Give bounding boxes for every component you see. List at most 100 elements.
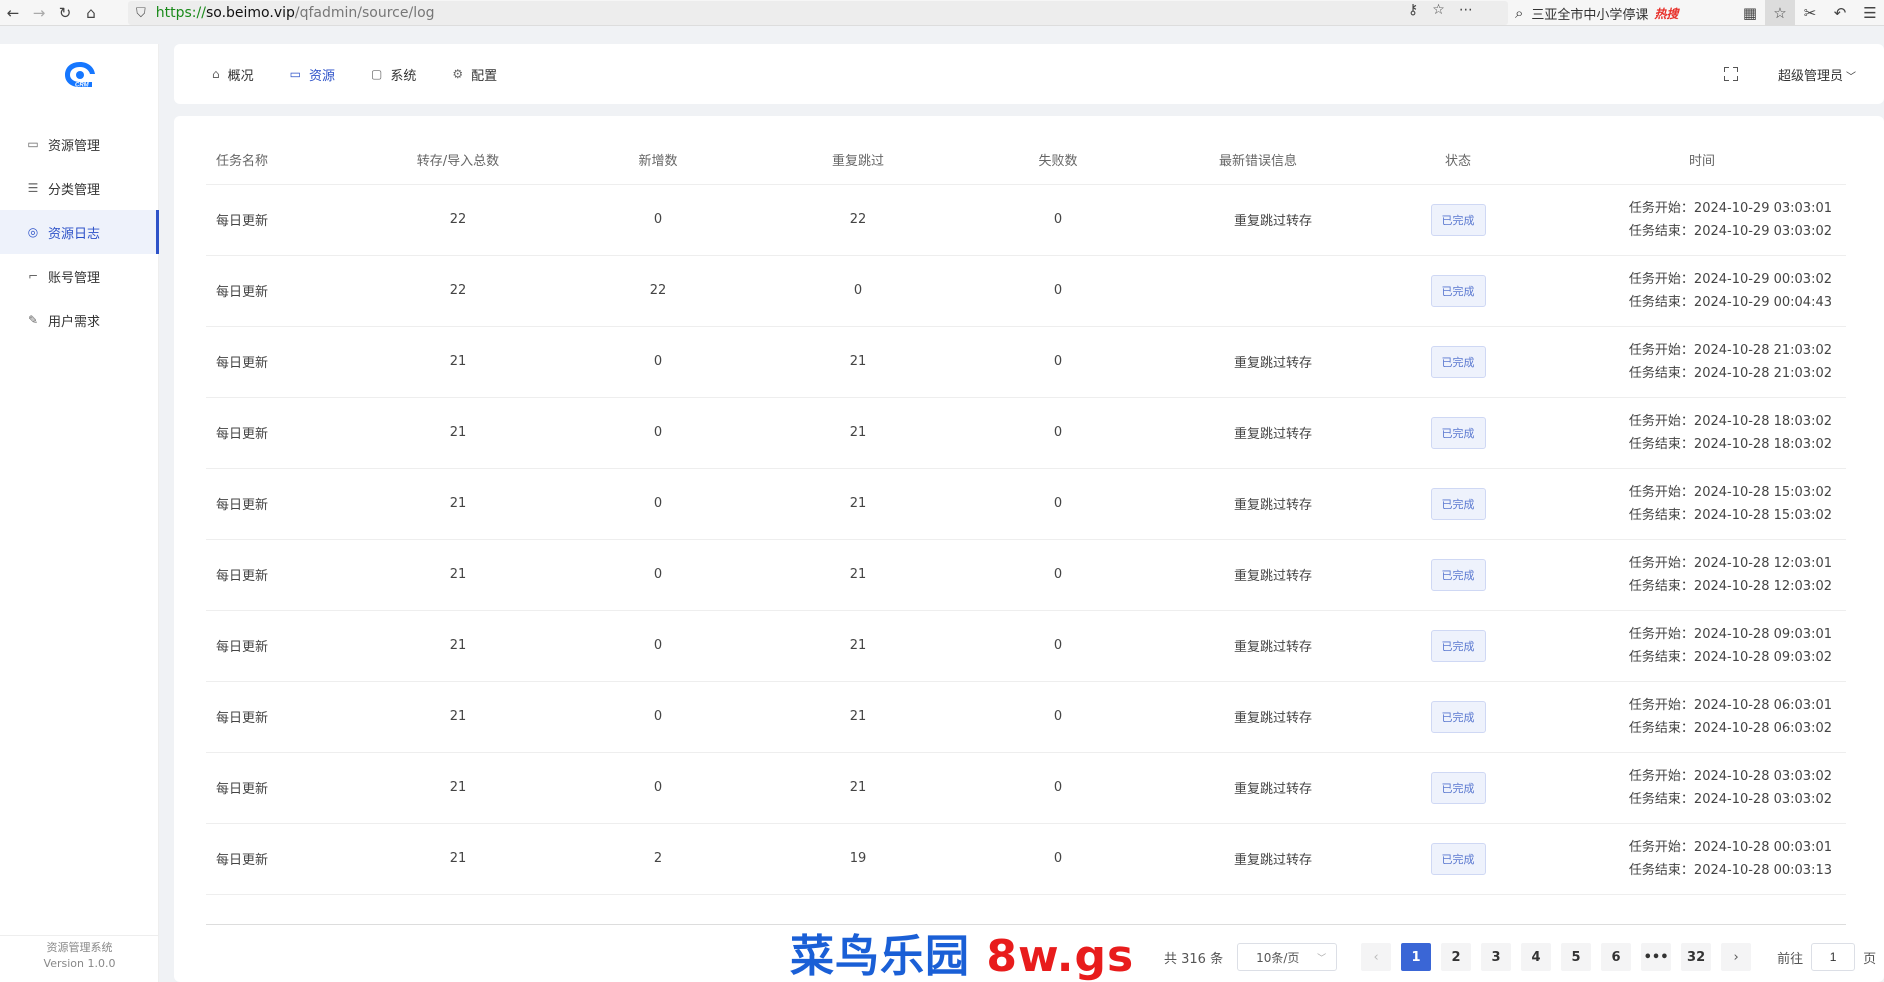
time-cell: 任务开始：2024-10-28 21:03:02 任务结束：2024-10-28 … (1558, 326, 1846, 398)
start-label: 任务开始： (1628, 555, 1694, 571)
end-time: 2024-10-29 03:03:02 (1693, 223, 1832, 239)
time-cell: 任务开始：2024-10-28 15:03:02 任务结束：2024-10-28 … (1558, 468, 1846, 540)
user-menu[interactable]: 超级管理员 ﹀ (1778, 65, 1856, 84)
failed-count-cell: 0 (958, 255, 1158, 327)
home-icon: ⌂ (212, 67, 220, 81)
table-row: 每日更新 21 0 21 0 重复跳过转存 已完成 任务开始：2024-10-28 15:03… (206, 468, 1846, 540)
sidebar-item-label: 用户需求 (48, 314, 101, 330)
start-time: 2024-10-28 18:03:02 (1693, 413, 1832, 429)
fullscreen-icon[interactable] (1723, 67, 1738, 81)
key-icon[interactable]: ⚷ (1408, 2, 1418, 18)
end-time: 2024-10-28 00:03:13 (1693, 862, 1832, 878)
menu-icon[interactable]: ☰ (1855, 0, 1884, 26)
error-message-cell: 重复跳过转存 (1158, 468, 1358, 540)
column-header: 新增数 (558, 136, 758, 185)
total-count-cell: 21 (358, 752, 558, 824)
topnav-tab[interactable]: ⌂ 概况 (212, 65, 254, 84)
prev-page-button[interactable]: ‹ (1361, 943, 1392, 971)
error-message-cell: 重复跳过转存 (1158, 539, 1358, 611)
sidebar: CRM ▭ 资源管理 ☰ 分类管理 ◎ 资源日志 ⌐ 账号管理 ✎ 用户需求 资源管理系统 Ver… (0, 44, 159, 982)
top-nav: ⌂ 概况 ▭ 资源 ▢ 系统 ⚙ 配置 超级管理员 ﹀ (174, 44, 1884, 104)
added-count-cell: 0 (558, 681, 758, 753)
total-count-cell: 22 (358, 184, 558, 256)
sidebar-item[interactable]: ☰ 分类管理 (0, 166, 159, 210)
task-name: 每日更新 (206, 681, 358, 753)
search-icon: ⌕ (1515, 4, 1524, 22)
task-name: 每日更新 (206, 539, 358, 611)
undo-icon[interactable]: ↶ (1825, 0, 1855, 26)
sidebar-item[interactable]: ▭ 资源管理 (0, 122, 159, 166)
next-page-button[interactable]: › (1721, 943, 1752, 971)
page-button[interactable]: 4 (1521, 943, 1552, 971)
forward-icon[interactable]: → (26, 0, 52, 26)
edit-icon: ✎ (27, 313, 39, 327)
chevron-down-icon: ﹀ (1317, 953, 1327, 964)
star-icon[interactable]: ☆ (1432, 2, 1445, 18)
total-count-cell: 21 (358, 610, 558, 682)
start-label: 任务开始： (1628, 626, 1694, 642)
sidebar-item[interactable]: ◎ 资源日志 (0, 210, 159, 254)
time-cell: 任务开始：2024-10-28 06:03:01 任务结束：2024-10-28 … (1558, 681, 1846, 753)
goto-label: 前往 (1777, 951, 1804, 967)
goto-page: 前往 页 (1777, 943, 1876, 971)
table-row: 每日更新 21 0 21 0 重复跳过转存 已完成 任务开始：2024-10-28 21:03… (206, 326, 1846, 398)
reload-icon[interactable]: ↻ (52, 0, 78, 26)
page-size-value: 10条/页 (1256, 950, 1300, 965)
topnav-tab[interactable]: ▭ 资源 (290, 65, 335, 84)
page-size-select[interactable]: 10条/页 ﹀ (1237, 943, 1338, 971)
end-label: 任务结束： (1628, 578, 1694, 594)
start-label: 任务开始： (1628, 342, 1694, 358)
topnav-tab-label: 资源 (308, 68, 335, 84)
status-cell: 已完成 (1358, 184, 1558, 256)
table-row: 每日更新 21 0 21 0 重复跳过转存 已完成 任务开始：2024-10-28 18:03… (206, 397, 1846, 469)
page-button[interactable]: 2 (1441, 943, 1472, 971)
added-count-cell: 0 (558, 397, 758, 469)
column-header: 转存/导入总数 (358, 136, 558, 185)
failed-count-cell: 0 (958, 539, 1158, 611)
failed-count-cell: 0 (958, 468, 1158, 540)
chevron-down-icon: ﹀ (1846, 71, 1856, 83)
page-button[interactable]: 32 (1681, 943, 1712, 971)
sliders-icon: ☰ (27, 181, 39, 195)
skipped-count-cell: 22 (758, 184, 958, 256)
table-row: 每日更新 22 22 0 0 已完成 任务开始：2024-10-29 00:03:02 任务结… (206, 255, 1846, 327)
scissors-icon[interactable]: ✂ (1795, 0, 1825, 26)
watermark-en: 8w.gs (986, 931, 1135, 982)
page-button[interactable]: 5 (1561, 943, 1592, 971)
page-button[interactable]: 1 (1401, 943, 1432, 971)
sidebar-item[interactable]: ✎ 用户需求 (0, 298, 159, 342)
browser-search[interactable]: ⌕ 三亚全市中小学停课 热搜 (1515, 1, 1720, 25)
more-icon[interactable]: ⋯ (1459, 2, 1473, 18)
topnav-tab[interactable]: ⚙ 配置 (452, 65, 497, 84)
status-badge: 已完成 (1430, 274, 1486, 307)
status-badge: 已完成 (1430, 629, 1486, 662)
apps-grid-icon[interactable]: ▦ (1735, 0, 1765, 26)
failed-count-cell: 0 (958, 823, 1158, 895)
column-header: 状态 (1358, 136, 1558, 185)
task-name: 每日更新 (206, 184, 358, 256)
address-bar[interactable]: ⛉ https://so.beimo.vip/qfadmin/source/lo… (128, 1, 1508, 25)
start-time: 2024-10-28 03:03:02 (1693, 768, 1832, 784)
start-time: 2024-10-28 21:03:02 (1693, 342, 1832, 358)
task-name: 每日更新 (206, 255, 358, 327)
page-button[interactable]: ••• (1641, 943, 1672, 971)
back-icon[interactable]: ← (0, 0, 26, 26)
status-badge: 已完成 (1430, 558, 1486, 591)
end-label: 任务结束： (1628, 791, 1694, 807)
error-message-cell: 重复跳过转存 (1158, 610, 1358, 682)
total-count: 共 316 条 (1164, 951, 1224, 967)
status-cell: 已完成 (1358, 326, 1558, 398)
page-button[interactable]: 3 (1481, 943, 1512, 971)
end-time: 2024-10-28 21:03:02 (1693, 365, 1832, 381)
sidebar-item[interactable]: ⌐ 账号管理 (0, 254, 159, 298)
goto-page-input[interactable] (1811, 943, 1856, 971)
start-label: 任务开始： (1628, 484, 1694, 500)
log-table: 任务名称 转存/导入总数 新增数 重复跳过 失败数 最新错误信息 状态 时间 每日更新 22 0 2… (206, 136, 1846, 895)
home-icon[interactable]: ⌂ (78, 0, 104, 26)
start-time: 2024-10-28 06:03:01 (1693, 697, 1832, 713)
end-label: 任务结束： (1628, 862, 1694, 878)
topnav-tab[interactable]: ▢ 系统 (371, 65, 416, 84)
favorites-icon[interactable]: ☆ (1765, 0, 1795, 26)
page-button[interactable]: 6 (1601, 943, 1632, 971)
start-label: 任务开始： (1628, 413, 1694, 429)
